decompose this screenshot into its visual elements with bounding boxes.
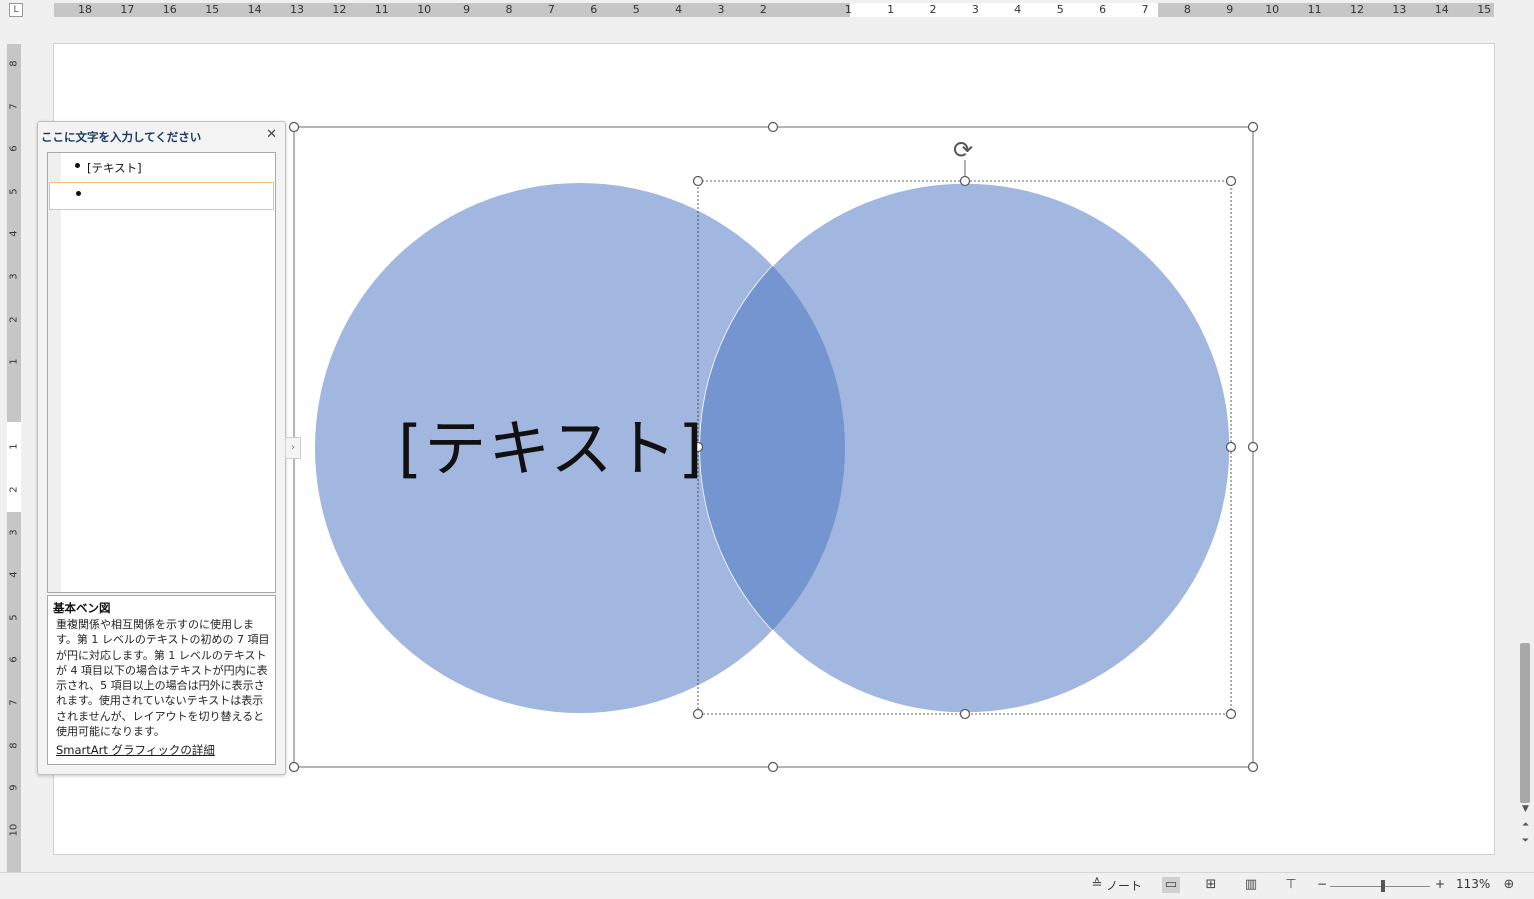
resize-handle[interactable] xyxy=(767,121,779,133)
bullet-text: [テキスト] xyxy=(87,161,142,175)
resize-handle[interactable] xyxy=(1247,441,1259,453)
bullet-icon xyxy=(76,191,81,196)
notes-button[interactable]: ノート xyxy=(1106,877,1142,894)
resize-handle[interactable] xyxy=(959,708,971,720)
reading-view-icon[interactable]: ▥ xyxy=(1242,877,1260,893)
circle-text[interactable]: [テキスト] xyxy=(398,398,705,488)
smartart-help-link[interactable]: SmartArt グラフィックの詳細 xyxy=(56,742,215,758)
slideshow-icon[interactable]: ⊤ xyxy=(1282,877,1300,893)
slide-sorter-icon[interactable]: ⊞ xyxy=(1202,877,1220,893)
resize-handle[interactable] xyxy=(1225,175,1237,187)
resize-handle[interactable] xyxy=(767,761,779,773)
layout-description: 基本ベン図 重複関係や相互関係を示すのに使用します。第 1 レベルのテキストの初… xyxy=(47,595,276,765)
layout-description-text: 重複関係や相互関係を示すのに使用します。第 1 レベルのテキストの初めの 7 項… xyxy=(56,618,270,739)
rotate-handle-icon[interactable]: ⟳ xyxy=(953,136,973,164)
bullet-item-active[interactable] xyxy=(49,182,274,210)
vertical-scrollbar[interactable]: ▼ ⏶ ⏷ xyxy=(1517,43,1534,855)
zoom-out-button[interactable]: − xyxy=(1317,877,1327,891)
close-icon[interactable]: ✕ xyxy=(266,127,277,142)
status-bar: ≙ ノート ▭ ⊞ ▥ ⊤ − + 113% ⊕ xyxy=(0,872,1534,899)
resize-handle[interactable] xyxy=(1247,761,1259,773)
resize-handle[interactable] xyxy=(692,708,704,720)
resize-handle[interactable] xyxy=(1247,121,1259,133)
zoom-level[interactable]: 113% xyxy=(1456,877,1490,891)
previous-slide-icon[interactable]: ⏶ xyxy=(1519,819,1532,831)
zoom-slider-thumb[interactable] xyxy=(1381,880,1385,892)
scroll-down-icon[interactable]: ▼ xyxy=(1519,803,1532,815)
fit-to-window-icon[interactable]: ⊕ xyxy=(1500,877,1518,893)
scrollbar-thumb[interactable] xyxy=(1520,643,1530,803)
resize-handle[interactable] xyxy=(288,761,300,773)
layout-name: 基本ベン図 xyxy=(53,601,111,615)
resize-handle[interactable] xyxy=(692,175,704,187)
resize-handle[interactable] xyxy=(1225,441,1237,453)
next-slide-icon[interactable]: ⏷ xyxy=(1519,835,1532,847)
text-pane-title: ここに文字を入力してください xyxy=(41,130,202,144)
notes-icon[interactable]: ≙ xyxy=(1088,877,1106,893)
text-pane-toggle-icon[interactable]: › xyxy=(285,437,301,459)
bullet-item[interactable]: [テキスト] xyxy=(49,155,273,181)
zoom-slider[interactable] xyxy=(1330,886,1430,887)
resize-handle[interactable] xyxy=(288,121,300,133)
bullet-icon xyxy=(75,163,80,168)
normal-view-icon[interactable]: ▭ xyxy=(1162,877,1180,893)
resize-handle[interactable] xyxy=(959,175,971,187)
zoom-in-button[interactable]: + xyxy=(1435,877,1445,891)
list-gutter xyxy=(48,153,61,592)
smartart-text-pane[interactable]: ここに文字を入力してください ✕ [テキスト] 基本ベン図 重複関係や相互関係を… xyxy=(37,121,286,775)
resize-handle[interactable] xyxy=(1225,708,1237,720)
bullet-list[interactable]: [テキスト] xyxy=(47,152,276,593)
